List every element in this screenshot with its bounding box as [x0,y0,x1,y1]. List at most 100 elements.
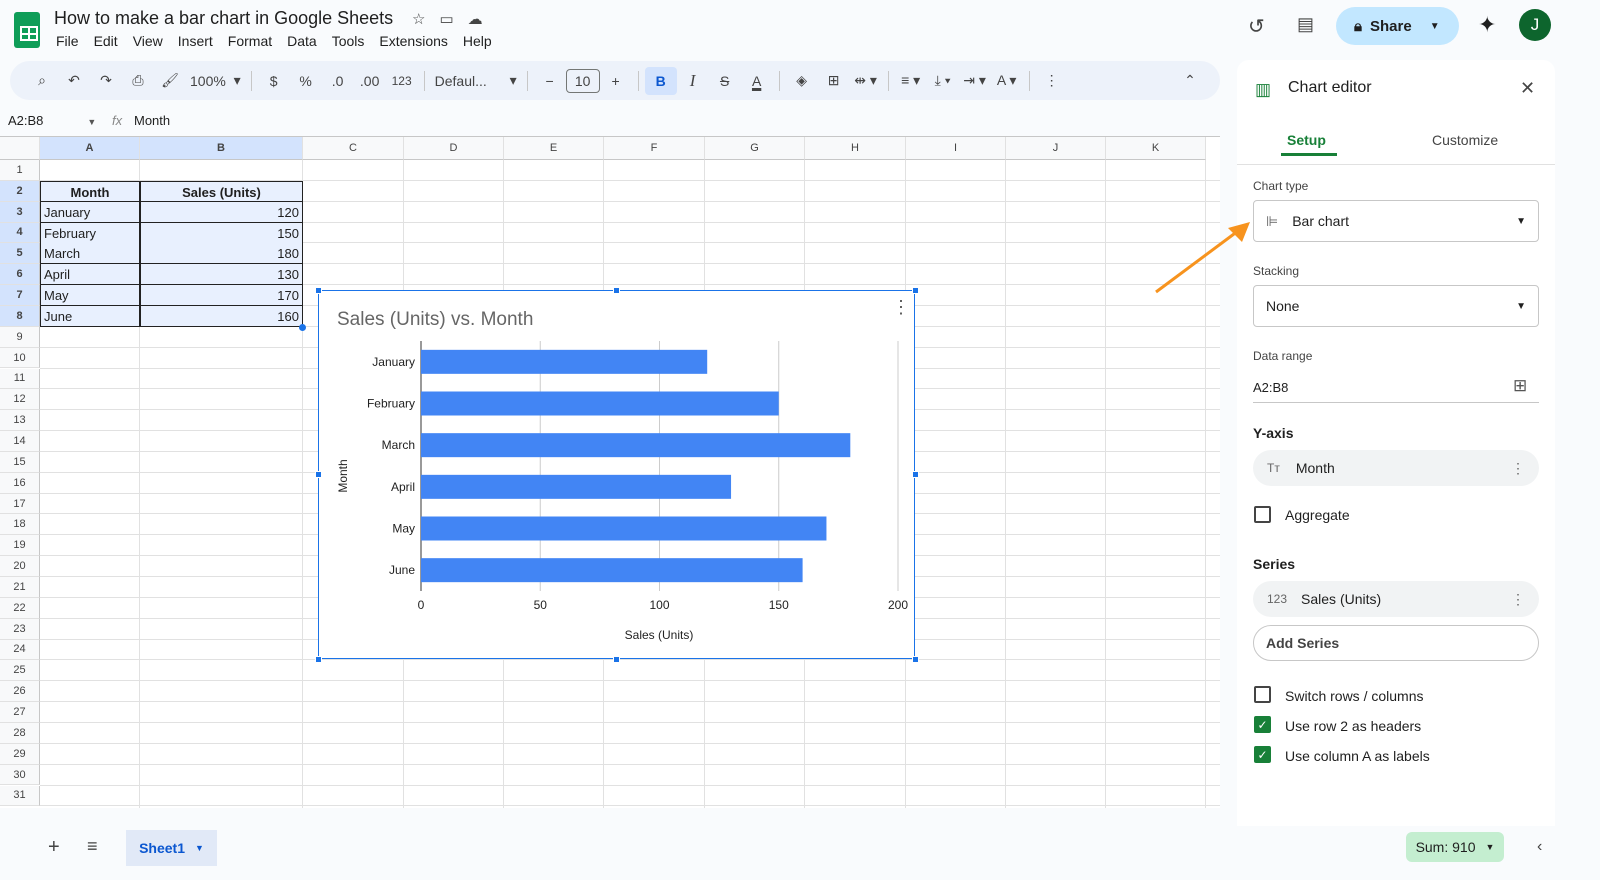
document-title[interactable]: How to make a bar chart in Google Sheets [54,8,393,29]
cell-A6[interactable]: April [40,264,140,286]
row-header-9[interactable]: 9 [0,326,40,348]
comments-icon[interactable]: ▤ [1297,14,1314,35]
tab-setup[interactable]: Setup [1287,132,1326,148]
row-header-7[interactable]: 7 [0,285,40,306]
selection-fill-handle[interactable] [299,324,306,331]
more-options-icon[interactable]: ⋮ [1036,67,1068,95]
resize-handle[interactable] [911,471,919,478]
column-header-D[interactable]: D [404,137,504,160]
row-header-5[interactable]: 5 [0,243,40,265]
stacking-select[interactable]: None ▼ [1253,285,1539,327]
column-header-H[interactable]: H [805,137,906,160]
row-header-16[interactable]: 16 [0,472,40,494]
aggregate-checkbox[interactable] [1254,506,1271,523]
resize-handle[interactable] [911,655,919,663]
share-button[interactable]: 🔒︎ Share ▼ [1336,7,1459,45]
select-range-icon[interactable]: ⊞ [1513,376,1527,396]
row-header-11[interactable]: 11 [0,368,40,390]
row-header-10[interactable]: 10 [0,347,40,369]
column-header-G[interactable]: G [705,137,805,160]
paint-format-icon[interactable]: 🖌︎ [154,67,186,95]
chart-type-select[interactable]: ⊫ Bar chart ▼ [1253,200,1539,242]
menu-tools[interactable]: Tools [332,33,365,49]
menu-view[interactable]: View [133,33,163,49]
row-header-12[interactable]: 12 [0,389,40,411]
cell-A5[interactable]: March [40,243,140,265]
menu-extensions[interactable]: Extensions [379,33,447,49]
more-icon[interactable]: ⋮ [1511,591,1525,608]
increase-font-size-icon[interactable]: + [600,67,632,95]
cell-B3[interactable]: 120 [140,201,303,223]
font-select[interactable]: Defaul... ▾ [431,67,521,95]
column-header-I[interactable]: I [906,137,1006,160]
borders-icon[interactable]: ⊞ [818,67,850,95]
menu-help[interactable]: Help [463,33,492,49]
row-header-14[interactable]: 14 [0,431,40,452]
use-column-labels-checkbox[interactable]: ✓ [1254,746,1271,763]
menu-file[interactable]: File [56,33,79,49]
menu-edit[interactable]: Edit [94,33,118,49]
history-icon[interactable]: ↺ [1248,14,1265,39]
avatar[interactable]: J [1519,9,1551,41]
row-header-8[interactable]: 8 [0,305,40,327]
column-header-B[interactable]: B [140,137,303,160]
merge-cells-icon[interactable]: ⇹ ▾ [850,67,882,95]
cell-B4[interactable]: 150 [140,222,303,244]
row-header-13[interactable]: 13 [0,410,40,432]
cell-B2[interactable]: Sales (Units) [140,180,303,202]
y-axis-field[interactable]: Tт Month ⋮ [1253,450,1539,486]
add-series-button[interactable]: Add Series [1253,625,1539,661]
column-header-F[interactable]: F [604,137,705,160]
text-rotation-icon[interactable]: A ▾ [991,67,1023,95]
row-header-15[interactable]: 15 [0,451,40,473]
column-header-A[interactable]: A [40,137,140,160]
row-header-29[interactable]: 29 [0,743,40,765]
horizontal-align-icon[interactable]: ≡ ▾ [895,67,927,95]
currency-button[interactable]: $ [258,67,290,95]
cell-B8[interactable]: 160 [140,305,303,327]
undo-icon[interactable]: ↶ [58,67,90,95]
redo-icon[interactable]: ↷ [90,67,122,95]
column-header-K[interactable]: K [1106,137,1206,160]
resize-handle[interactable] [314,471,322,478]
share-dropdown-icon[interactable]: ▼ [1430,21,1440,32]
increase-decimal-button[interactable]: .00 [354,67,386,95]
text-wrap-icon[interactable]: ⇥ ▾ [959,67,991,95]
italic-button[interactable]: I [677,67,709,95]
cell-A3[interactable]: January [40,201,140,223]
more-formats-button[interactable]: 123 [386,67,418,95]
cell-A4[interactable]: February [40,222,140,244]
row-header-24[interactable]: 24 [0,639,40,661]
row-header-3[interactable]: 3 [0,201,40,223]
row-header-2[interactable]: 2 [0,180,40,202]
cell-B5[interactable]: 180 [140,243,303,265]
series-field[interactable]: 123 Sales (Units) ⋮ [1253,581,1539,617]
column-header-J[interactable]: J [1006,137,1106,160]
collapse-toolbar-icon[interactable]: ⌃ [1174,67,1206,95]
menu-format[interactable]: Format [228,33,272,49]
resize-handle[interactable] [911,286,919,294]
row-header-17[interactable]: 17 [0,493,40,515]
resize-handle[interactable] [613,655,620,663]
data-range-input[interactable]: A2:B8 [1253,380,1288,395]
row-header-1[interactable]: 1 [0,160,40,181]
menu-insert[interactable]: Insert [178,33,213,49]
row-header-23[interactable]: 23 [0,618,40,640]
row-header-21[interactable]: 21 [0,577,40,598]
decrease-font-size-icon[interactable]: − [534,67,566,95]
cell-A7[interactable]: May [40,285,140,307]
zoom-select[interactable]: 100% ▾ [186,67,245,95]
cloud-status-icon[interactable]: ☁ [468,10,483,28]
resize-handle[interactable] [314,655,322,663]
font-size-input[interactable]: 10 [565,68,600,93]
more-icon[interactable]: ⋮ [1511,460,1525,477]
row-header-4[interactable]: 4 [0,222,40,244]
row-header-6[interactable]: 6 [0,264,40,286]
cell-A8[interactable]: June [40,305,140,327]
menu-data[interactable]: Data [287,33,317,49]
row-header-25[interactable]: 25 [0,660,40,682]
move-folder-icon[interactable]: ▭ [439,10,453,28]
bold-button[interactable]: B [644,66,677,95]
fill-color-icon[interactable]: ◈ [786,67,818,95]
resize-handle[interactable] [613,286,620,294]
